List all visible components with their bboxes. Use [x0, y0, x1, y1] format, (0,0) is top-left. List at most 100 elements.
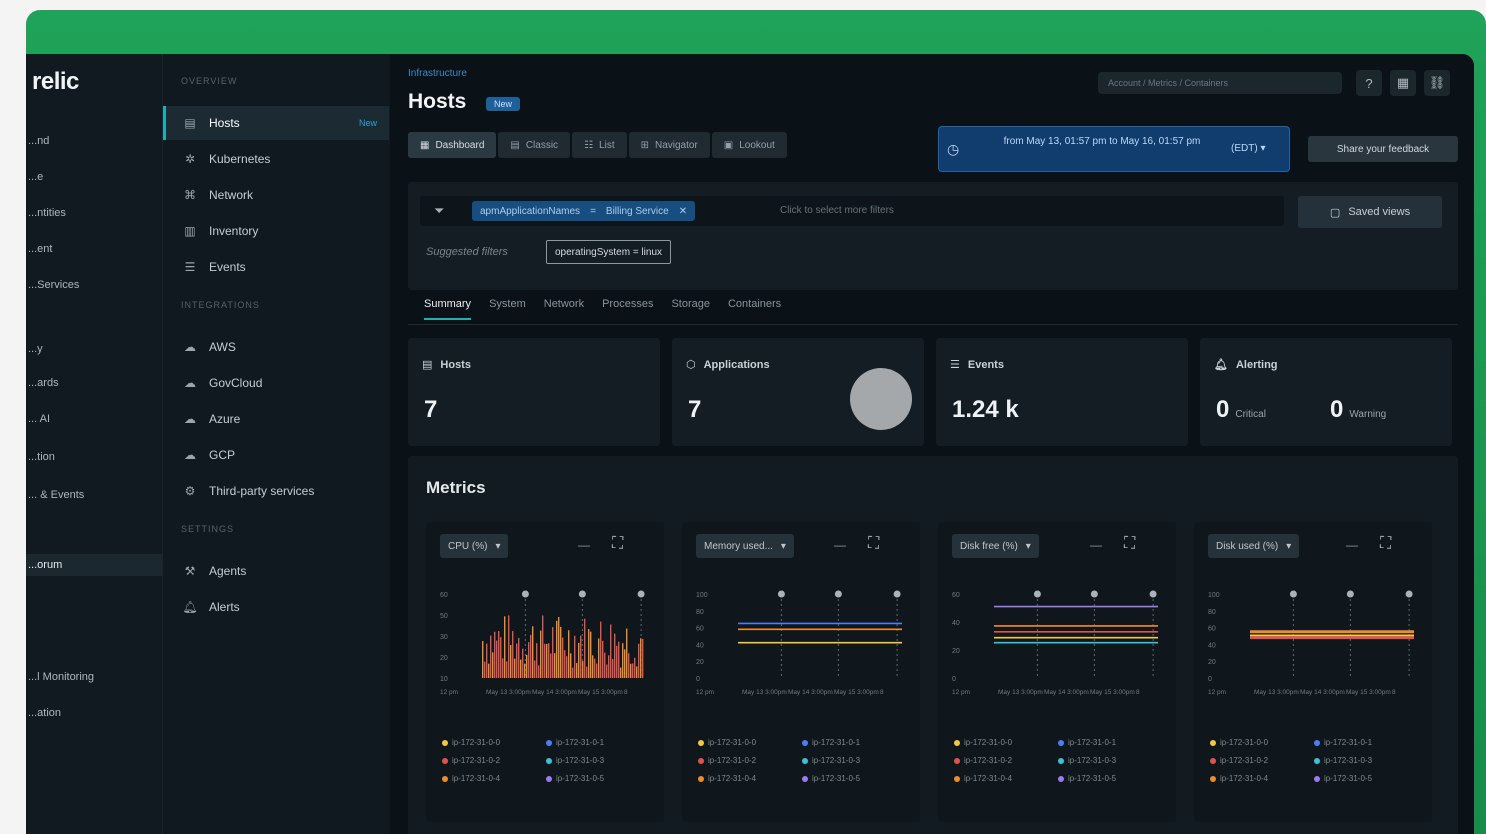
legend-item[interactable]: ip-172-31-0-4: [442, 774, 500, 783]
marker-dot[interactable]: [893, 590, 901, 598]
tab-storage[interactable]: Storage: [671, 298, 710, 320]
nav-item[interactable]: ... & Events: [26, 484, 162, 506]
sidebar-item-network[interactable]: ⌘ Network: [163, 178, 389, 212]
breadcrumb[interactable]: Infrastructure: [408, 68, 467, 79]
suggested-filter-chip[interactable]: operatingSystem = linux: [546, 240, 672, 264]
marker-dot[interactable]: [521, 590, 529, 598]
nav-item[interactable]: ...ation: [26, 702, 162, 724]
sidebar-item-events[interactable]: ☰ Events: [163, 250, 389, 284]
account-search[interactable]: Account / Metrics / Containers: [1098, 72, 1342, 94]
marker-dot[interactable]: [834, 590, 842, 598]
collapse-icon[interactable]: —: [1090, 538, 1102, 552]
marker-dot[interactable]: [1346, 590, 1354, 598]
nav-item[interactable]: ... AI: [26, 408, 162, 430]
sidebar-item-third-party-services[interactable]: ⚙ Third-party services: [163, 474, 389, 508]
marker-dot[interactable]: [777, 590, 785, 598]
legend-item[interactable]: ip-172-31-0-5: [1314, 774, 1372, 783]
nav-item[interactable]: ...l Monitoring: [26, 666, 162, 688]
metric-selector[interactable]: Disk used (%) ▾: [1208, 534, 1300, 558]
kpi-applications[interactable]: ⬡ Applications 7: [672, 338, 924, 446]
legend-item[interactable]: ip-172-31-0-0: [1210, 738, 1268, 747]
legend-item[interactable]: ip-172-31-0-2: [442, 756, 500, 765]
legend-item[interactable]: ip-172-31-0-0: [698, 738, 756, 747]
marker-dot[interactable]: [1405, 590, 1413, 598]
nav-item[interactable]: ...e: [26, 166, 162, 188]
share-feedback-button[interactable]: Share your feedback: [1308, 136, 1458, 162]
metric-selector[interactable]: Memory used... ▾: [696, 534, 794, 558]
close-icon[interactable]: ✕: [679, 206, 687, 217]
collapse-icon[interactable]: —: [834, 538, 846, 552]
legend-item[interactable]: ip-172-31-0-3: [546, 756, 604, 765]
metric-selector[interactable]: Disk free (%) ▾: [952, 534, 1039, 558]
tab-containers[interactable]: Containers: [728, 298, 781, 320]
expand-icon[interactable]: ⛶: [612, 535, 623, 553]
legend-item[interactable]: ip-172-31-0-1: [546, 738, 604, 747]
marker-dot[interactable]: [1033, 590, 1041, 598]
legend-item[interactable]: ip-172-31-0-3: [1314, 756, 1372, 765]
nav-item[interactable]: ...Services: [26, 274, 162, 296]
nav-item[interactable]: ...y: [26, 338, 162, 360]
expand-icon[interactable]: ⛶: [1124, 535, 1135, 553]
legend-item[interactable]: ip-172-31-0-2: [698, 756, 756, 765]
sidebar-item-agents[interactable]: ⚒ Agents: [163, 554, 389, 588]
tab-processes[interactable]: Processes: [602, 298, 653, 320]
tab-list[interactable]: ☷ List: [572, 132, 627, 158]
marker-dot[interactable]: [578, 590, 586, 598]
legend-item[interactable]: ip-172-31-0-3: [1058, 756, 1116, 765]
tab-system[interactable]: System: [489, 298, 526, 320]
legend-item[interactable]: ip-172-31-0-5: [546, 774, 604, 783]
legend-item[interactable]: ip-172-31-0-4: [1210, 774, 1268, 783]
nav-item[interactable]: ...nd: [26, 130, 162, 152]
sidebar-item-hosts[interactable]: ▤ Hosts New: [163, 106, 389, 140]
sidebar-item-aws[interactable]: ☁ AWS: [163, 330, 389, 364]
legend-item[interactable]: ip-172-31-0-5: [802, 774, 860, 783]
marker-dot[interactable]: [1149, 590, 1157, 598]
expand-icon[interactable]: ⛶: [868, 535, 879, 553]
legend-item[interactable]: ip-172-31-0-0: [442, 738, 500, 747]
marker-dot[interactable]: [637, 590, 645, 598]
tab-lookout[interactable]: ▣ Lookout: [711, 132, 787, 158]
sidebar-item-govcloud[interactable]: ☁ GovCloud: [163, 366, 389, 400]
legend-item[interactable]: ip-172-31-0-3: [802, 756, 860, 765]
filter-chip[interactable]: apmApplicationNames = Billing Service ✕: [472, 201, 696, 221]
legend-item[interactable]: ip-172-31-0-1: [802, 738, 860, 747]
legend-item[interactable]: ip-172-31-0-4: [954, 774, 1012, 783]
collapse-icon[interactable]: —: [1346, 538, 1358, 552]
marker-dot[interactable]: [1289, 590, 1297, 598]
sidebar-item-azure[interactable]: ☁ Azure: [163, 402, 389, 436]
calendar-icon[interactable]: ▦: [1390, 70, 1416, 96]
tab-dashboard[interactable]: ▦ Dashboard: [408, 132, 497, 158]
link-icon[interactable]: ⛓: [1424, 70, 1450, 96]
kpi-alerting[interactable]: 🔔︎ Alerting 0 Critical 0 Warning: [1200, 338, 1452, 446]
tab-summary[interactable]: Summary: [424, 298, 472, 320]
sidebar-item-inventory[interactable]: ▥ Inventory: [163, 214, 389, 248]
expand-icon[interactable]: ⛶: [1380, 535, 1391, 553]
legend-item[interactable]: ip-172-31-0-2: [1210, 756, 1268, 765]
legend-item[interactable]: ip-172-31-0-5: [1058, 774, 1116, 783]
time-picker[interactable]: ◷ from May 13, 01:57 pm to May 16, 01:57…: [938, 126, 1290, 172]
nav-item[interactable]: ...tion: [26, 446, 162, 468]
tab-classic[interactable]: ▤ Classic: [498, 132, 571, 158]
legend-item[interactable]: ip-172-31-0-4: [698, 774, 756, 783]
sidebar-item-kubernetes[interactable]: ✲ Kubernetes: [163, 142, 389, 176]
legend-item[interactable]: ip-172-31-0-1: [1314, 738, 1372, 747]
tab-network[interactable]: Network: [544, 298, 584, 320]
nav-item[interactable]: ...ards: [26, 372, 162, 394]
help-icon[interactable]: ?: [1356, 70, 1382, 96]
nav-item[interactable]: ...ent: [26, 238, 162, 260]
metric-selector[interactable]: CPU (%) ▾: [440, 534, 509, 558]
tab-navigator[interactable]: ⊞ Navigator: [628, 132, 710, 158]
legend-item[interactable]: ip-172-31-0-1: [1058, 738, 1116, 747]
sidebar-item-alerts[interactable]: 🔔︎ Alerts: [163, 590, 389, 624]
legend-item[interactable]: ip-172-31-0-0: [954, 738, 1012, 747]
legend-item[interactable]: ip-172-31-0-2: [954, 756, 1012, 765]
filter-bar[interactable]: ⏷ apmApplicationNames = Billing Service …: [420, 196, 1284, 226]
sidebar-item-gcp[interactable]: ☁ GCP: [163, 438, 389, 472]
marker-dot[interactable]: [1090, 590, 1098, 598]
nav-item[interactable]: ...ntities: [26, 202, 162, 224]
kpi-events[interactable]: ☰ Events 1.24 k: [936, 338, 1188, 446]
saved-views-button[interactable]: ▢ Saved views: [1298, 196, 1442, 228]
collapse-icon[interactable]: —: [578, 538, 590, 552]
nav-item[interactable]: ...orum: [26, 554, 162, 576]
kpi-hosts[interactable]: ▤ Hosts 7: [408, 338, 660, 446]
